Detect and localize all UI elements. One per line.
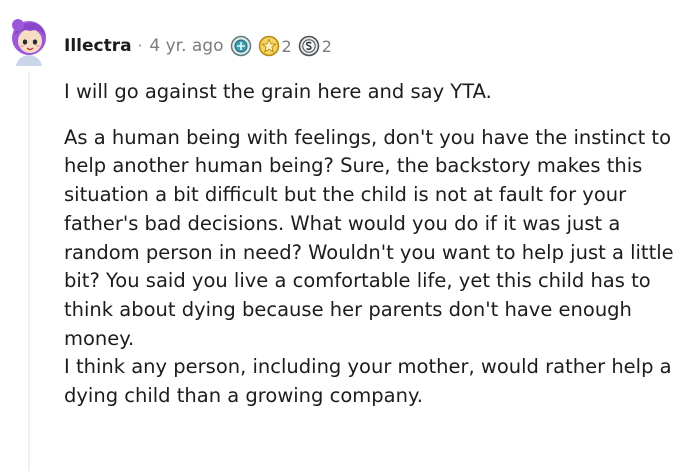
comment-paragraph: I will go against the grain here and say… (64, 80, 492, 103)
comment-meta: Illectra · 4 yr. ago 2 2 (64, 32, 332, 60)
user-avatar[interactable] (6, 16, 52, 66)
wholesome-award-icon (258, 35, 279, 57)
comment-body: I will go against the grain here and say… (64, 78, 694, 411)
comment-paragraph: I think any person, including your mothe… (64, 355, 672, 408)
avatar-icon (12, 19, 46, 66)
comment-paragraph: As a human being with feelings, don't yo… (64, 125, 674, 350)
separator-dot: · (137, 37, 143, 55)
timestamp[interactable]: 4 yr. ago (149, 36, 223, 56)
comment: Illectra · 4 yr. ago 2 2 I will go again… (0, 0, 700, 471)
award-silver[interactable] (298, 35, 320, 57)
username[interactable]: Illectra (64, 36, 132, 56)
thread-line[interactable] (28, 72, 30, 471)
award-helpful[interactable] (230, 35, 252, 57)
award-wholesome[interactable] (258, 35, 280, 57)
helpful-award-icon (230, 35, 251, 57)
award-wholesome-count: 2 (281, 36, 292, 56)
silver-award-icon (298, 35, 319, 57)
award-silver-count: 2 (321, 36, 332, 56)
